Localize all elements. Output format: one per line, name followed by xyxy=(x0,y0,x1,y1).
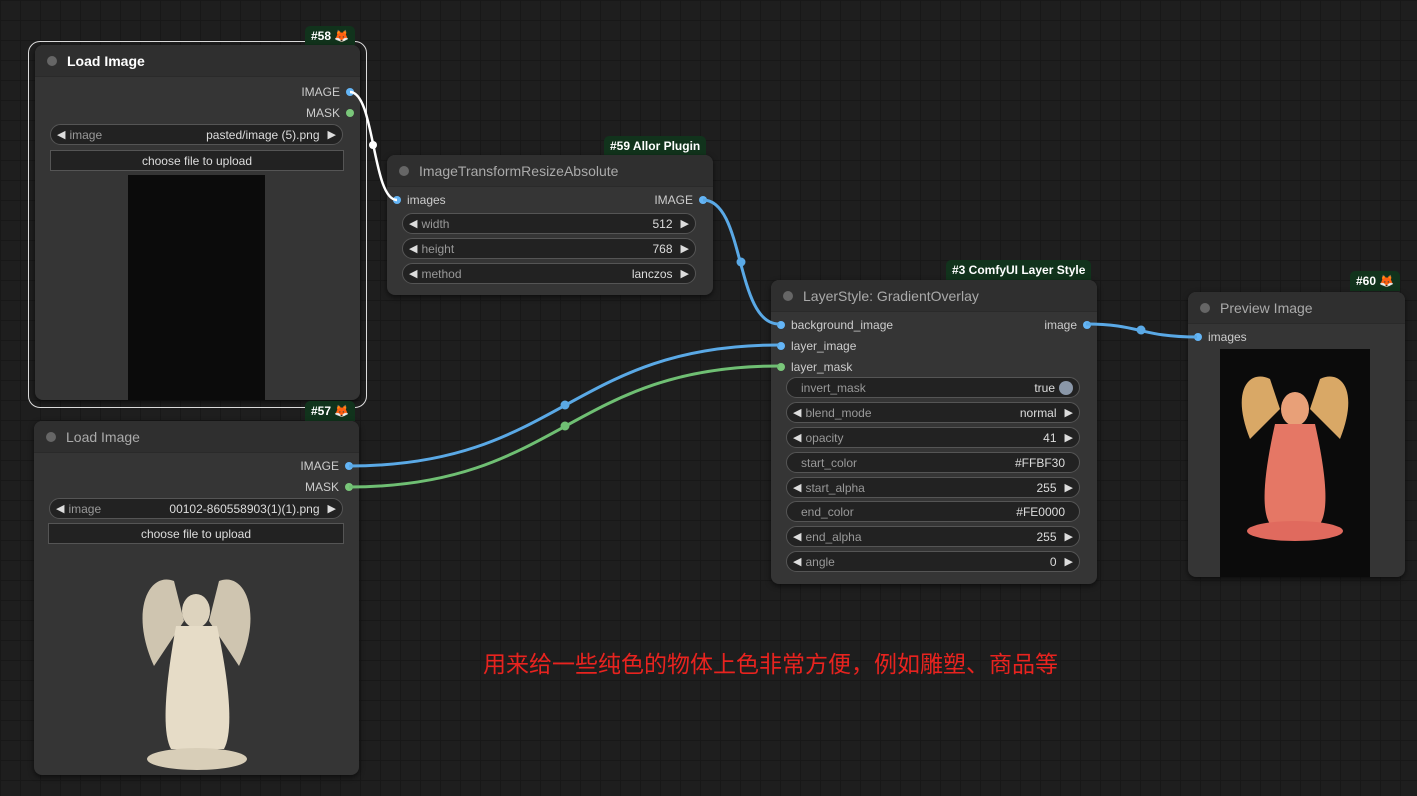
output-image[interactable]: image xyxy=(1044,317,1091,333)
link-midpoint xyxy=(560,421,570,431)
input-background-image[interactable]: background_image xyxy=(777,317,893,333)
output-mask[interactable]: MASK xyxy=(305,479,353,495)
input-layer-image[interactable]: layer_image xyxy=(777,338,856,354)
invert-mask-toggle[interactable]: invert_mask true xyxy=(786,377,1080,398)
node-badge: #58 🦊 xyxy=(305,26,356,46)
link-midpoint xyxy=(560,400,570,410)
node-title[interactable]: ImageTransformResizeAbsolute xyxy=(387,155,713,187)
end-alpha-widget[interactable]: ◀ end_alpha 255 ▶ xyxy=(786,526,1080,547)
input-images[interactable]: images xyxy=(1194,329,1247,345)
image-transform-resize-node[interactable]: ImageTransformResizeAbsolute images IMAG… xyxy=(387,155,713,295)
output-image[interactable]: IMAGE xyxy=(654,192,707,208)
link-57-mask-to-layer-mask xyxy=(348,364,780,489)
node-badge: #60 🦊 xyxy=(1350,271,1401,291)
upload-button[interactable]: choose file to upload xyxy=(48,523,344,544)
load-image-node-58[interactable]: Load Image IMAGE MASK ◀ image pasted/image… xyxy=(35,45,360,400)
link-midpoint xyxy=(1136,325,1146,335)
node-title[interactable]: Load Image xyxy=(34,421,359,453)
node-badge: #59 Allor Plugin xyxy=(604,136,707,156)
collapse-dot-icon[interactable] xyxy=(399,165,409,176)
image-preview xyxy=(142,579,251,770)
link-3-to-preview xyxy=(1085,322,1198,339)
link-midpoint xyxy=(369,141,377,149)
collapse-dot-icon[interactable] xyxy=(46,431,56,442)
collapse-dot-icon[interactable] xyxy=(783,290,793,301)
width-widget[interactable]: ◀ width 512 ▶ xyxy=(402,213,696,234)
node-title[interactable]: Load Image xyxy=(35,45,360,77)
output-image[interactable]: IMAGE xyxy=(301,84,354,100)
end-color-field[interactable]: end_color #FE0000 xyxy=(786,501,1080,522)
collapse-dot-icon[interactable] xyxy=(1200,302,1210,313)
collapse-dot-icon[interactable] xyxy=(47,55,57,66)
upload-button[interactable]: choose file to upload xyxy=(50,150,344,171)
input-images[interactable]: images xyxy=(393,192,446,208)
blend-mode-widget[interactable]: ◀ blend_mode normal ▶ xyxy=(786,402,1080,423)
angle-widget[interactable]: ◀ angle 0 ▶ xyxy=(786,551,1080,572)
opacity-widget[interactable]: ◀ opacity 41 ▶ xyxy=(786,427,1080,448)
image-combo[interactable]: ◀ image 00102-860558903(1)(1).png ▶ xyxy=(49,498,343,519)
output-mask[interactable]: MASK xyxy=(306,105,354,121)
preview-output-image xyxy=(1220,349,1370,577)
node-title[interactable]: Preview Image xyxy=(1188,292,1405,324)
gradient-overlay-node[interactable]: LayerStyle: GradientOverlay background_i… xyxy=(771,280,1097,584)
output-image[interactable]: IMAGE xyxy=(300,458,353,474)
height-widget[interactable]: ◀ height 768 ▶ xyxy=(402,238,696,259)
node-title[interactable]: LayerStyle: GradientOverlay xyxy=(771,280,1097,312)
preview-image-node[interactable]: Preview Image images xyxy=(1188,292,1405,577)
start-color-field[interactable]: start_color #FFBF30 xyxy=(786,452,1080,473)
link-midpoint xyxy=(736,257,746,267)
input-layer-mask[interactable]: layer_mask xyxy=(777,359,852,375)
node-badge: #3 ComfyUI Layer Style xyxy=(946,260,1092,280)
link-59-to-background xyxy=(702,198,780,326)
image-preview xyxy=(128,175,265,400)
load-image-node-57[interactable]: Load Image IMAGE MASK ◀ image 00102-860558… xyxy=(34,421,359,775)
image-combo[interactable]: ◀ image pasted/image (5).png ▶ xyxy=(50,124,343,145)
link-57-image-to-layer-image xyxy=(348,343,780,468)
annotation-note: 用来给一些纯色的物体上色非常方便，例如雕塑、商品等 xyxy=(483,651,1058,677)
method-widget[interactable]: ◀ method lanczos ▶ xyxy=(402,263,696,284)
node-badge: #57 🦊 xyxy=(305,401,356,421)
start-alpha-widget[interactable]: ◀ start_alpha 255 ▶ xyxy=(786,477,1080,498)
